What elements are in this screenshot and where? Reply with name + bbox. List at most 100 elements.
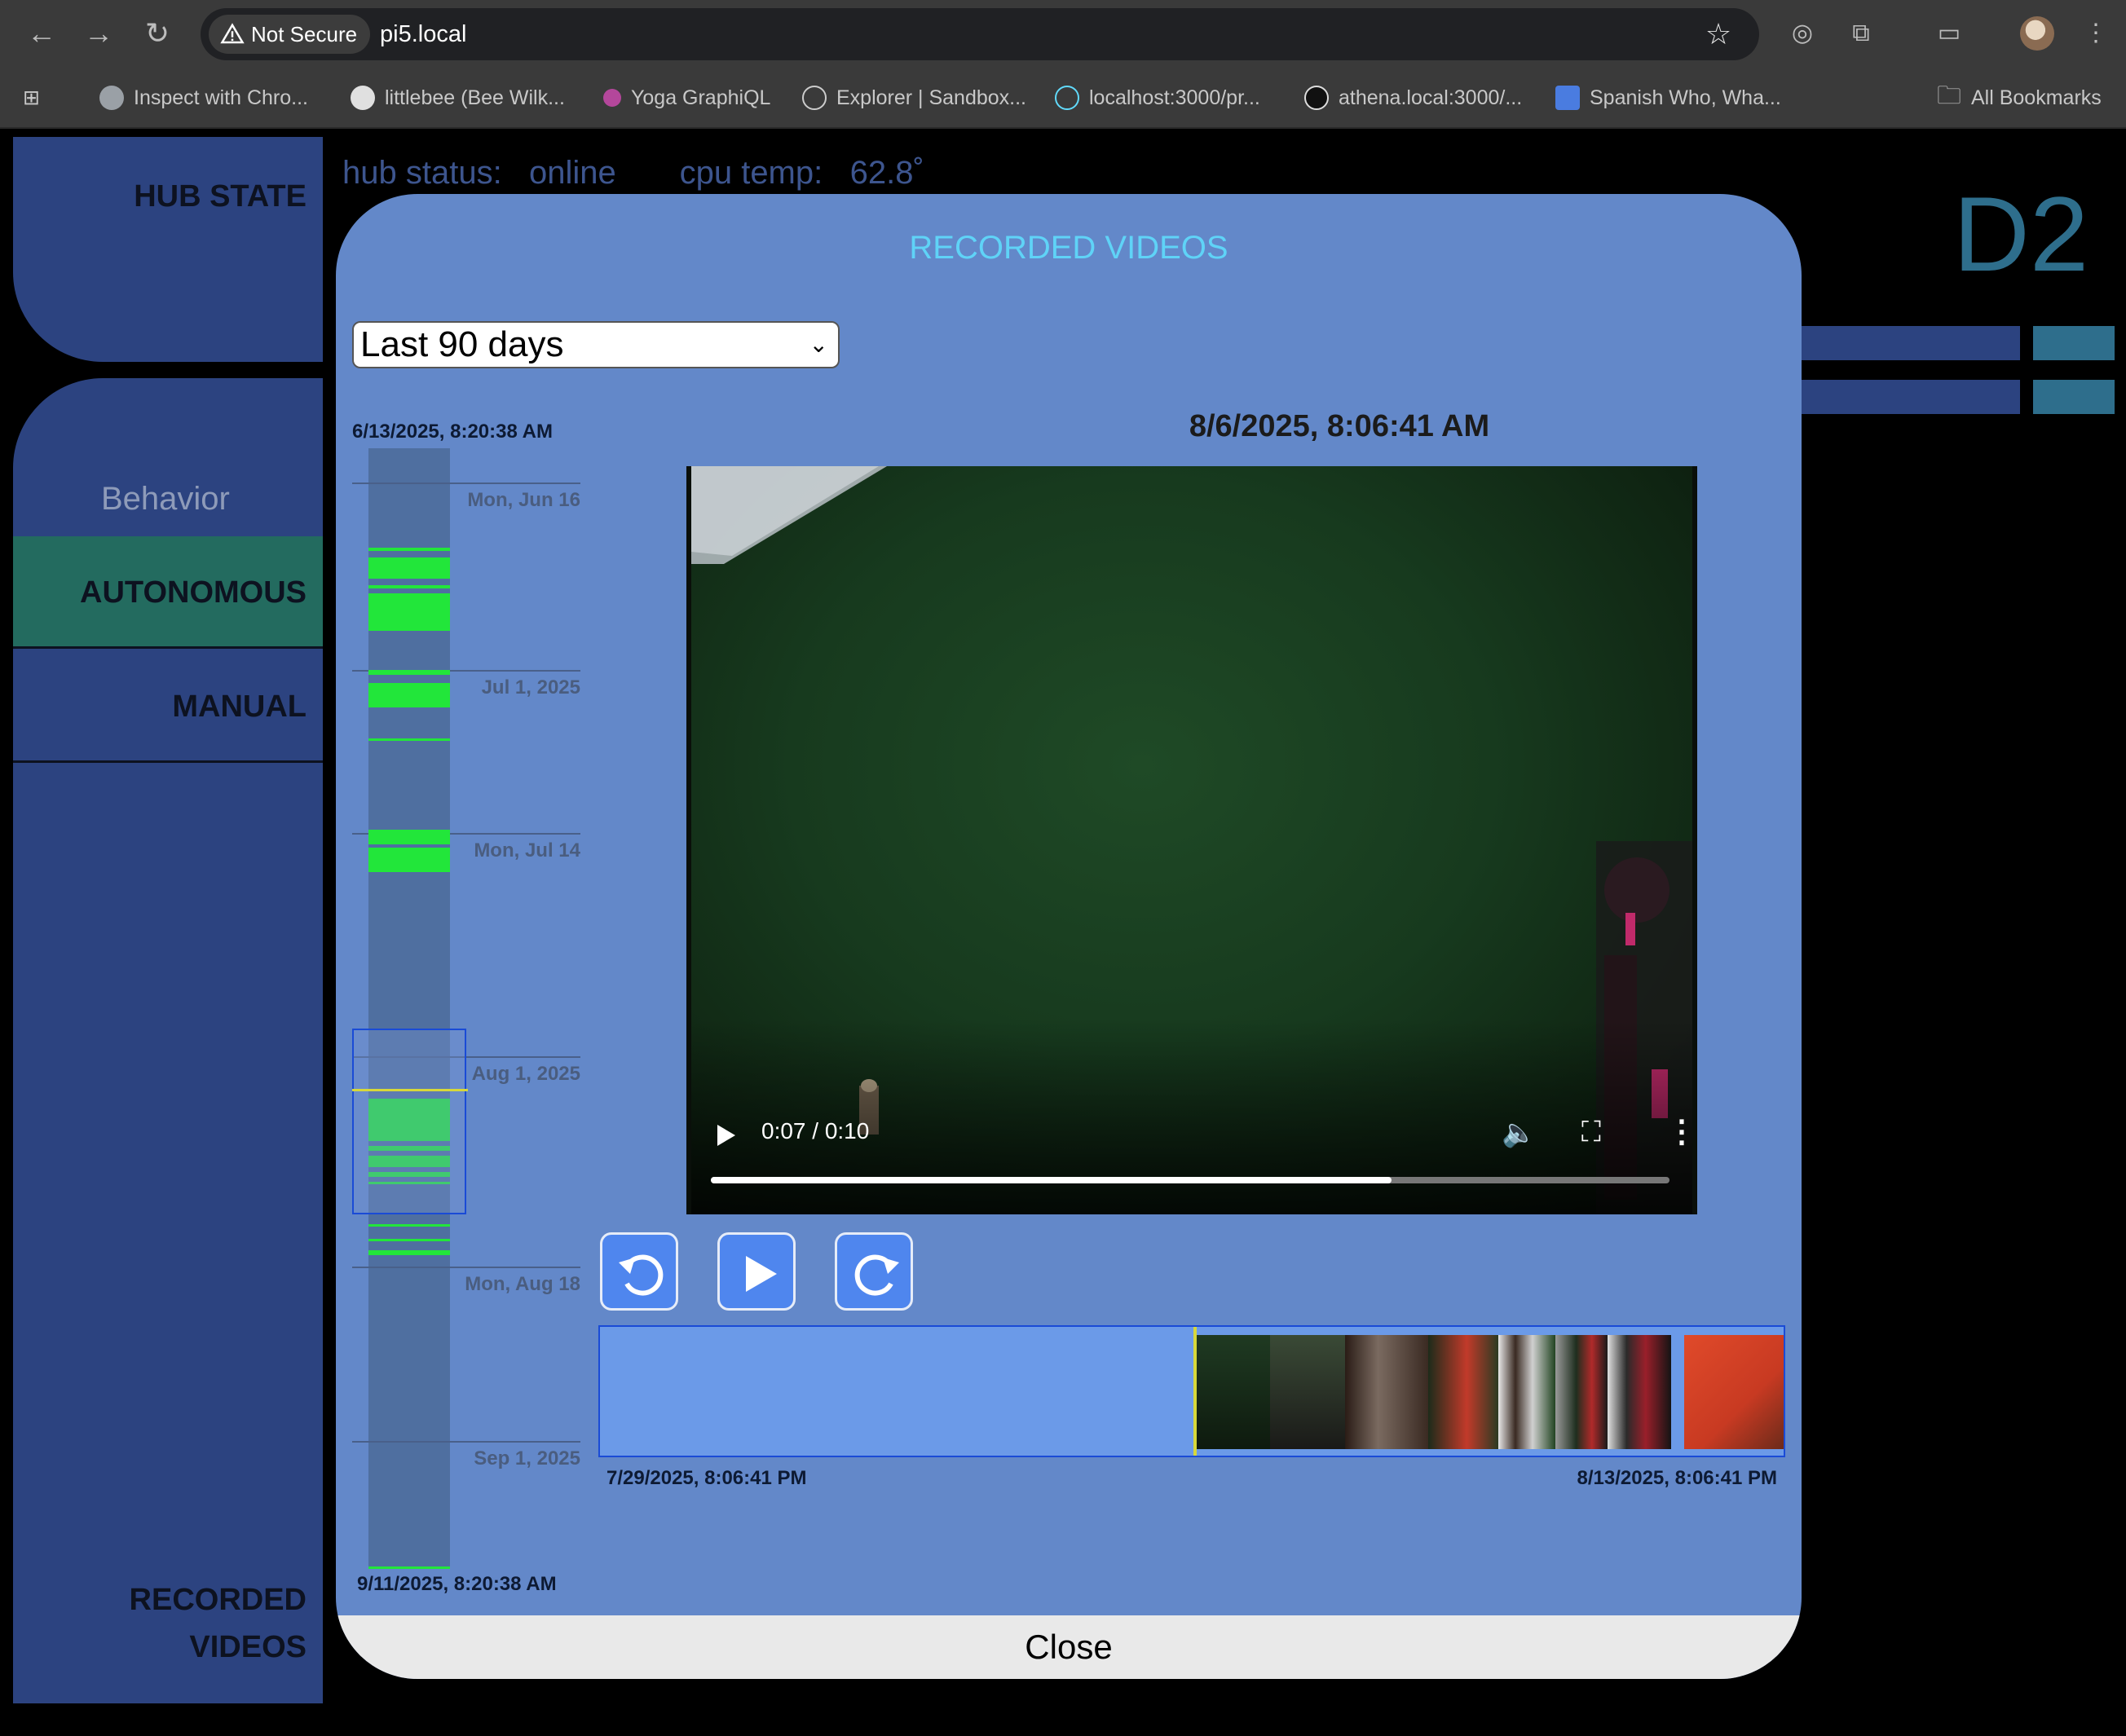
browser-toolbar: ← → ↻ Not Secure pi5.local ☆ ◎ ⧉ ▭ ⋮ (0, 0, 2126, 67)
recording-marker[interactable] (368, 683, 450, 707)
media-icon[interactable]: ▭ (1932, 16, 1966, 51)
video-thumbnail[interactable] (1498, 1335, 1555, 1449)
fast-forward-icon (854, 1254, 899, 1296)
bookmark-label: Spanish Who, Wha... (1590, 86, 1781, 109)
all-bookmarks[interactable]: 🗀 All Bookmarks (1937, 67, 2102, 129)
manual-label: MANUAL (172, 690, 307, 724)
video-frame (691, 466, 1692, 1214)
cpu-temp-label: cpu temp: (679, 155, 823, 191)
recording-marker[interactable] (368, 1566, 450, 1569)
bookmark-item[interactable]: Explorer | Sandbox... (802, 67, 1026, 129)
video-progress-fill (711, 1177, 1392, 1183)
forward-button[interactable] (835, 1232, 913, 1311)
video-time: 0:07 / 0:10 (761, 1118, 870, 1143)
video-thumbnail[interactable] (1608, 1335, 1671, 1449)
recording-marker[interactable] (368, 670, 450, 675)
bookmark-label: Yoga GraphiQL (631, 86, 771, 109)
recording-marker[interactable] (368, 848, 450, 872)
close-button[interactable]: Close (336, 1615, 1802, 1679)
video-shade (691, 1019, 1692, 1214)
recorded-videos-button[interactable]: RECORDED VIDEOS (130, 1576, 307, 1671)
timeline-tick (352, 1267, 580, 1268)
profile-avatar[interactable] (2020, 16, 2054, 51)
video-progress-bar[interactable] (711, 1177, 1669, 1183)
bookmark-item[interactable]: Inspect with Chro... (99, 67, 308, 129)
behavior-label: Behavior (101, 481, 230, 517)
bookmark-label: athena.local:3000/... (1339, 86, 1523, 109)
security-label: Not Secure (251, 22, 358, 46)
video-thumbnail[interactable] (1555, 1335, 1608, 1449)
video-thumbnail[interactable] (1195, 1335, 1270, 1449)
video-thumbnail[interactable] (1345, 1335, 1428, 1449)
record-icon[interactable]: ◎ (1785, 16, 1819, 51)
extensions-icon[interactable]: ⧉ (1844, 16, 1878, 51)
globe-icon (99, 86, 124, 110)
url-text[interactable]: pi5.local (380, 8, 466, 60)
recording-marker[interactable] (368, 593, 450, 631)
fullscreen-icon[interactable]: ⛶ (1581, 1117, 1601, 1148)
play-button[interactable] (717, 1232, 796, 1311)
back-icon[interactable]: ← (24, 16, 59, 51)
bookmark-item[interactable]: athena.local:3000/... (1304, 67, 1522, 129)
autonomous-button[interactable]: AUTONOMOUS (13, 536, 323, 649)
play-icon (746, 1256, 777, 1292)
modal-title: RECORDED VIDEOS (909, 230, 1228, 266)
rewind-icon (619, 1254, 664, 1296)
address-bar[interactable]: Not Secure pi5.local ☆ (201, 8, 1759, 60)
reload-icon[interactable]: ↻ (140, 16, 174, 51)
bookmark-item[interactable]: Yoga GraphiQL (603, 67, 770, 129)
video-timestamp: 8/6/2025, 8:06:41 AM (1189, 409, 1490, 443)
strip-cursor[interactable] (1193, 1327, 1197, 1456)
bookmark-item[interactable]: localhost:3000/pr... (1055, 67, 1260, 129)
bookmarks-bar: ⊞ Inspect with Chro... littlebee (Bee Wi… (0, 67, 2126, 129)
timeline-selection-window[interactable] (352, 1029, 466, 1214)
decor-bar (2033, 326, 2115, 360)
date-range-select[interactable]: Last 90 days ⌄ (352, 321, 840, 368)
recording-marker[interactable] (368, 548, 450, 551)
sidebar: Behavior AUTONOMOUS MANUAL RECORDED VIDE… (13, 378, 323, 1703)
video-player[interactable]: 0:07 / 0:10 🔈 ⛶ ⋮ (686, 466, 1697, 1214)
timeline-tick (352, 482, 580, 484)
recording-marker[interactable] (368, 557, 450, 579)
graphql-icon (603, 89, 621, 107)
recording-marker[interactable] (368, 1250, 450, 1255)
more-menu-icon[interactable]: ⋮ (2079, 16, 2113, 51)
recording-marker[interactable] (368, 830, 450, 844)
recording-marker[interactable] (368, 585, 450, 588)
bookmark-item[interactable]: littlebee (Bee Wilk... (351, 67, 565, 129)
react-icon (1055, 86, 1079, 110)
recording-marker[interactable] (368, 1239, 450, 1241)
cpu-temp-value: 62.8˚ (849, 155, 924, 191)
bookmark-star-icon[interactable]: ☆ (1702, 18, 1735, 51)
decor-bar (1798, 326, 2020, 360)
manual-button[interactable]: MANUAL (13, 650, 323, 763)
recording-marker[interactable] (368, 1224, 450, 1227)
video-thumbnail[interactable] (1428, 1335, 1498, 1449)
video-thumbnail-strip[interactable] (598, 1325, 1785, 1457)
chevron-down-icon: ⌄ (809, 332, 828, 357)
docs-icon (1555, 86, 1580, 110)
timeline-cursor[interactable] (352, 1089, 468, 1091)
rewind-button[interactable] (600, 1232, 678, 1311)
app-page: HUB STATE hub status: online cpu temp: 6… (0, 130, 2126, 1736)
security-chip[interactable]: Not Secure (209, 15, 371, 54)
video-play-icon[interactable] (717, 1125, 735, 1146)
bookmark-item[interactable]: Spanish Who, Wha... (1555, 67, 1781, 129)
github-icon (351, 86, 375, 110)
volume-icon[interactable]: 🔈 (1502, 1117, 1536, 1149)
timeline-end: 9/11/2025, 8:20:38 AM (357, 1573, 557, 1595)
apps-grid-icon[interactable]: ⊞ (23, 67, 40, 129)
video-thumbnail[interactable] (1270, 1335, 1345, 1449)
robot-name: D2 (1953, 174, 2089, 293)
autonomous-label: AUTONOMOUS (80, 575, 307, 610)
timeline-tick-label: Mon, Aug 18 (465, 1273, 580, 1295)
bookmark-label: Explorer | Sandbox... (836, 86, 1027, 109)
timeline-tick-label: Sep 1, 2025 (474, 1447, 580, 1469)
recording-marker[interactable] (368, 738, 450, 741)
recorded-videos-line-1: RECORDED (129, 1583, 307, 1617)
video-thumbnail[interactable] (1684, 1335, 1784, 1449)
hub-status-label: hub status: (342, 155, 502, 191)
forward-icon[interactable]: → (82, 16, 116, 51)
browser-chrome: ← → ↻ Not Secure pi5.local ☆ ◎ ⧉ ▭ ⋮ ⊞ I… (0, 0, 2126, 129)
video-more-icon[interactable]: ⋮ (1666, 1113, 1697, 1150)
